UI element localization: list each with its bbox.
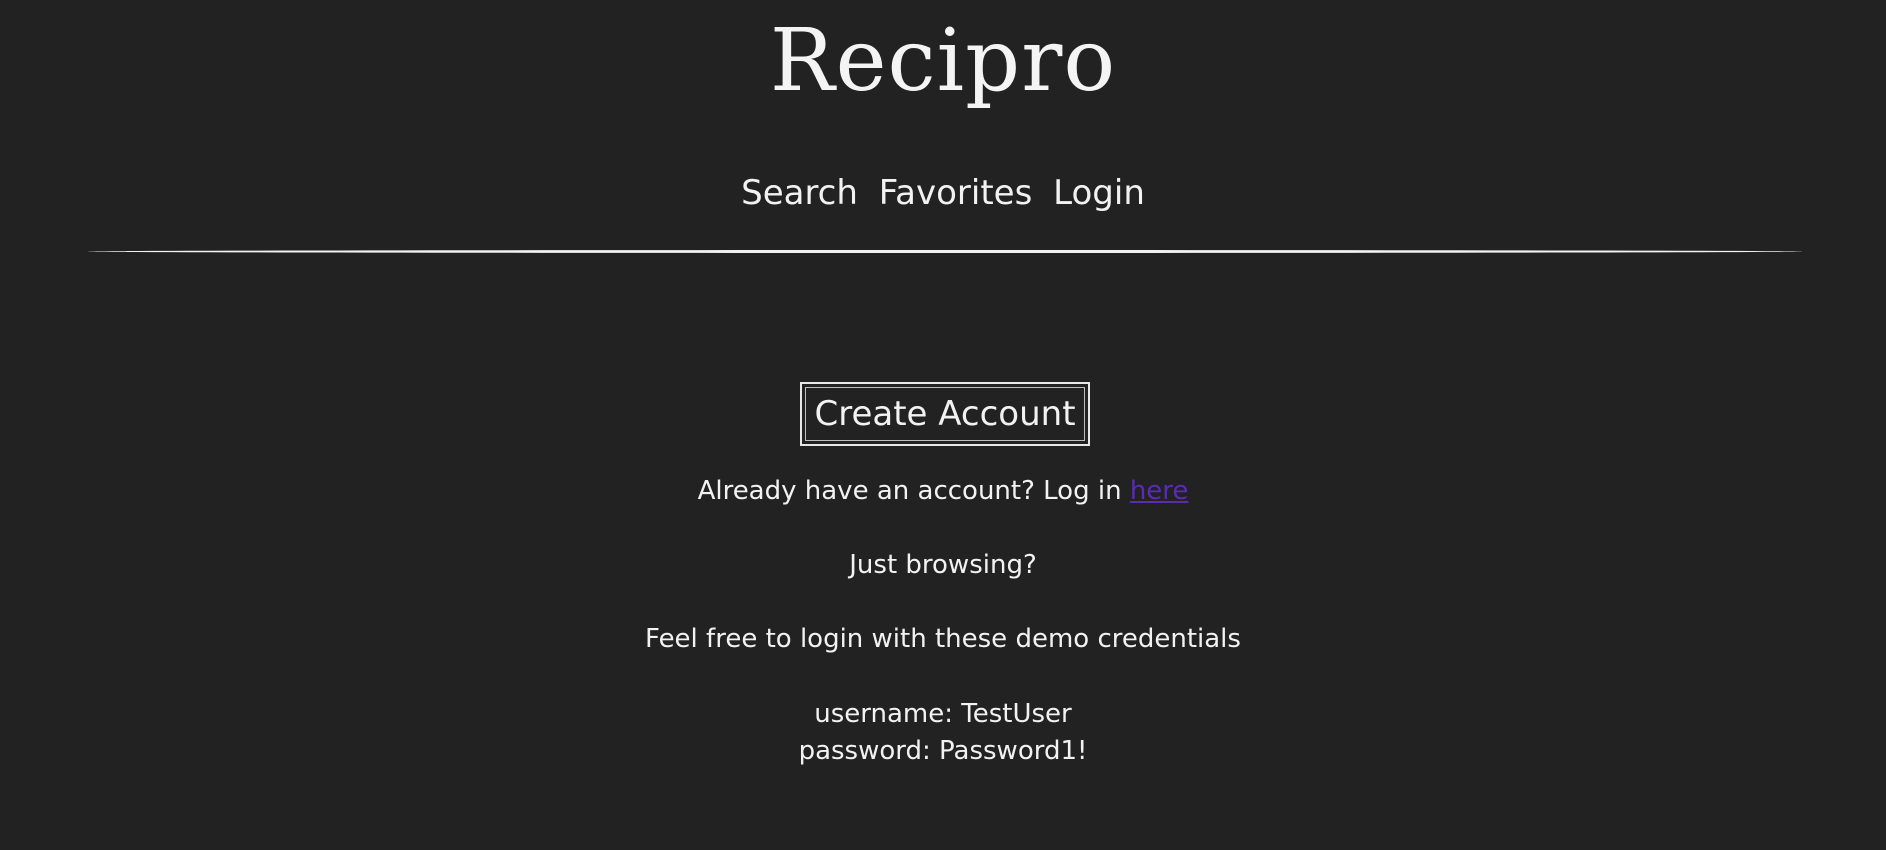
header-divider [88, 250, 1802, 253]
site-logo[interactable]: Recipro [0, 18, 1886, 104]
demo-password: password: Password1! [798, 736, 1088, 766]
already-have-account-text: Already have an account? Log in here [0, 478, 1886, 504]
create-account-button[interactable]: Create Account [800, 382, 1090, 446]
nav-favorites[interactable]: Favorites [879, 173, 1033, 213]
nav-search[interactable]: Search [741, 173, 858, 213]
demo-credentials-text: Feel free to login with these demo crede… [645, 624, 1241, 654]
demo-username: username: TestUser [814, 699, 1072, 729]
main-nav: Search Favorites Login [0, 176, 1886, 210]
login-here-link[interactable]: here [1130, 476, 1189, 506]
just-browsing-text: Just browsing? [849, 550, 1037, 580]
already-have-account-label: Already have an account? Log in [697, 476, 1130, 506]
nav-login[interactable]: Login [1053, 173, 1145, 213]
